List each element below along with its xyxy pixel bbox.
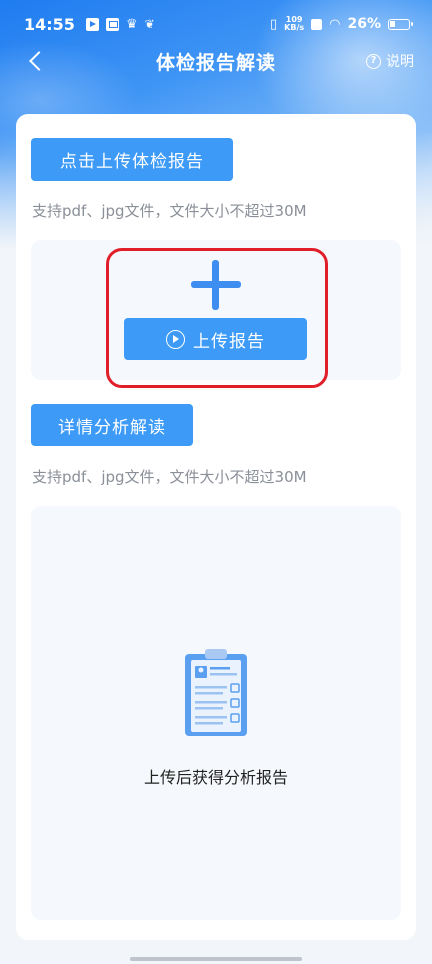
- battery-icon: [388, 18, 413, 30]
- question-circle-icon: ?: [366, 53, 381, 69]
- help-button[interactable]: ? 说明: [366, 51, 414, 71]
- detail-hint: 支持pdf、jpg文件，文件大小不超过30M: [32, 468, 307, 486]
- detail-analysis-button[interactable]: 详情分析解读: [31, 404, 193, 446]
- wifi-icon: ◠: [329, 16, 341, 32]
- crown-icon: ♛: [125, 16, 138, 32]
- analysis-result-area: 上传后获得分析报告: [31, 506, 401, 920]
- network-speed: 109 KB/s: [284, 16, 304, 32]
- nav-bar: 体检报告解读 ? 说明: [0, 40, 432, 82]
- video-app-icon: [85, 17, 99, 31]
- sim-icon: [311, 18, 323, 30]
- battery-percent: 26%: [347, 16, 381, 32]
- upload-report-button[interactable]: 上传报告: [124, 318, 307, 360]
- help-label: 说明: [386, 54, 414, 70]
- network-speed-unit: KB/s: [284, 23, 305, 32]
- plus-icon[interactable]: [191, 260, 241, 310]
- main-card: 点击上传体检报告 支持pdf、jpg文件，文件大小不超过30M 上传报告 详情分…: [16, 114, 416, 940]
- leaf-icon: ❦: [144, 17, 155, 31]
- status-time: 14:55: [24, 14, 75, 34]
- back-button[interactable]: [24, 48, 50, 74]
- status-right: ▯ 109 KB/s ◠ 26%: [270, 16, 413, 32]
- vibrate-icon: ▯: [270, 16, 278, 32]
- play-circle-icon: [166, 329, 185, 349]
- empty-state-text: 上传后获得分析报告: [143, 768, 288, 787]
- upload-hint: 支持pdf、jpg文件，文件大小不超过30M: [32, 202, 307, 220]
- upload-report-label: 上传报告: [193, 331, 265, 352]
- mail-icon: [105, 17, 119, 31]
- click-upload-report-button[interactable]: 点击上传体检报告: [31, 138, 233, 181]
- clipboard-report-icon: [185, 649, 247, 736]
- home-indicator[interactable]: [130, 957, 302, 961]
- status-left: 14:55 ♛ ❦: [24, 15, 155, 34]
- page-title: 体检报告解读: [155, 51, 276, 74]
